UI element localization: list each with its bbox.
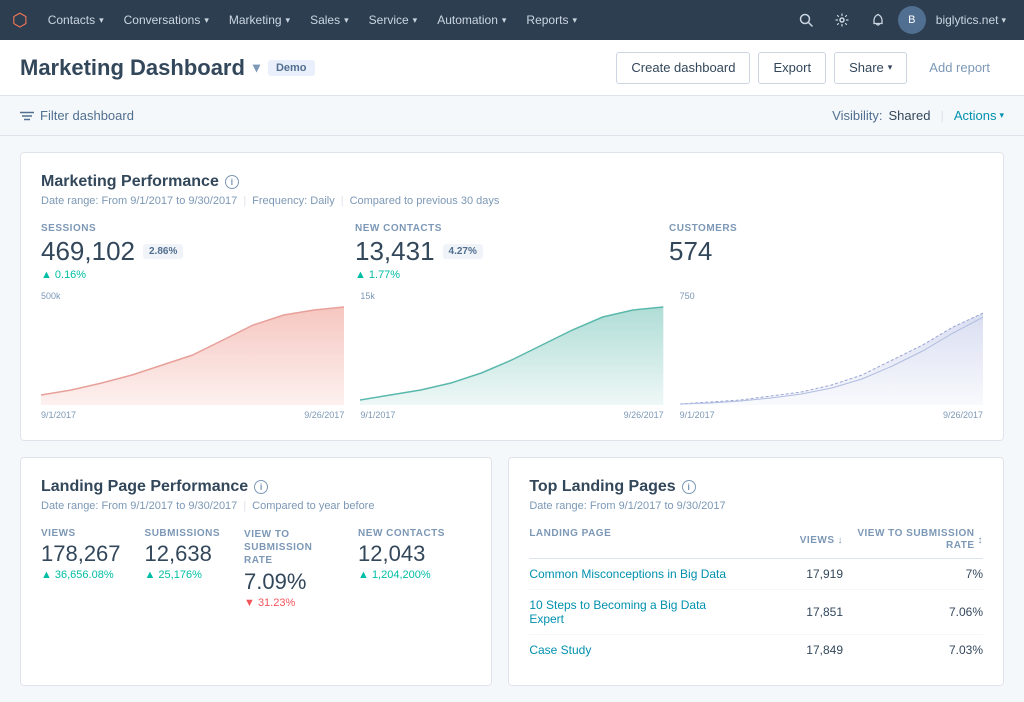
table-row: Case Study 17,849 7.03% <box>529 635 983 665</box>
new-contacts-chart: 15k 9/1/2017 9/26/2017 <box>360 291 663 420</box>
lp-metrics-row: VIEWS 178,267 ▲ 36,656.08% SUBMISSIONS 1… <box>41 528 471 609</box>
top-lp-subtitle: Date range: From 9/1/2017 to 9/30/2017 <box>529 500 983 512</box>
chevron-down-icon: ▾ <box>286 15 291 26</box>
header-actions: Create dashboard Export Share ▾ Add repo… <box>616 52 1004 84</box>
nav-service[interactable]: Service ▾ <box>359 0 428 40</box>
nav-conversations[interactable]: Conversations ▾ <box>114 0 219 40</box>
marketing-performance-subtitle: Date range: From 9/1/2017 to 9/30/2017 |… <box>41 195 983 207</box>
top-lp-table: LANDING PAGE VIEWS ↓ VIEW TO SUBMISSION … <box>529 528 983 665</box>
chevron-down-icon: ▾ <box>1001 15 1006 26</box>
top-landing-pages-card: Top Landing Pages i Date range: From 9/1… <box>508 457 1004 686</box>
landing-page-link[interactable]: 10 Steps to Becoming a Big Data Expert <box>529 598 743 626</box>
down-arrow-icon: ▼ <box>244 597 255 609</box>
table-header: LANDING PAGE VIEWS ↓ VIEW TO SUBMISSION … <box>529 528 983 559</box>
notifications-icon[interactable] <box>862 4 894 36</box>
col-views[interactable]: VIEWS ↓ <box>743 528 843 552</box>
hubspot-logo: ⬡ <box>12 10 28 31</box>
main-content: Marketing Performance i Date range: From… <box>0 136 1024 702</box>
chevron-down-icon: ▾ <box>413 15 418 26</box>
header-bar: Marketing Dashboard ▾ Demo Create dashbo… <box>0 40 1024 96</box>
up-arrow-icon: ▲ <box>355 269 366 281</box>
up-arrow-icon: ▲ <box>41 569 52 581</box>
chevron-down-icon: ▾ <box>99 15 104 26</box>
new-contacts-change: ▲ 1.77% <box>355 269 649 281</box>
add-report-button[interactable]: Add report <box>915 52 1004 84</box>
lp-metric-views: VIEWS 178,267 ▲ 36,656.08% <box>41 528 121 609</box>
nav-marketing[interactable]: Marketing ▾ <box>219 0 300 40</box>
nav-automation[interactable]: Automation ▾ <box>427 0 516 40</box>
landing-page-link[interactable]: Common Misconceptions in Big Data <box>529 567 743 581</box>
visibility-label: Visibility: <box>832 108 882 123</box>
landing-page-link[interactable]: Case Study <box>529 643 743 657</box>
lp-metric-submissions: SUBMISSIONS 12,638 ▲ 25,176% <box>145 528 221 609</box>
lp-performance-title: Landing Page Performance i <box>41 478 471 496</box>
avatar[interactable]: B <box>898 6 926 34</box>
landing-page-performance-card: Landing Page Performance i Date range: F… <box>20 457 492 686</box>
metric-new-contacts: NEW CONTACTS 13,431 4.27% ▲ 1.77% <box>355 223 669 281</box>
bottom-row: Landing Page Performance i Date range: F… <box>20 457 1004 686</box>
settings-icon[interactable] <box>826 4 858 36</box>
search-icon[interactable] <box>790 4 822 36</box>
actions-button[interactable]: Actions ▾ <box>954 108 1004 123</box>
metrics-row: SESSIONS 469,102 2.86% ▲ 0.16% NEW CONTA… <box>41 223 983 281</box>
chevron-down-icon: ▾ <box>344 15 349 26</box>
col-vts-rate[interactable]: VIEW TO SUBMISSION RATE ↕ <box>843 528 983 552</box>
nav-contacts[interactable]: Contacts ▾ <box>38 0 114 40</box>
chevron-down-icon: ▾ <box>888 62 893 73</box>
info-icon[interactable]: i <box>225 175 239 189</box>
top-lp-title: Top Landing Pages i <box>529 478 983 496</box>
account-menu[interactable]: biglytics.net ▾ <box>930 13 1012 27</box>
dropdown-icon[interactable]: ▾ <box>253 59 260 76</box>
create-dashboard-button[interactable]: Create dashboard <box>616 52 750 84</box>
chevron-down-icon: ▾ <box>572 15 577 26</box>
up-arrow-icon: ▲ <box>145 569 156 581</box>
marketing-performance-card: Marketing Performance i Date range: From… <box>20 152 1004 441</box>
up-arrow-icon: ▲ <box>41 269 52 281</box>
chevron-down-icon: ▾ <box>204 15 209 26</box>
nav-sales[interactable]: Sales ▾ <box>300 0 359 40</box>
dashboard-title-group: Marketing Dashboard ▾ Demo <box>20 55 315 81</box>
table-row: Common Misconceptions in Big Data 17,919… <box>529 559 983 590</box>
filter-bar: Filter dashboard Visibility: Shared | Ac… <box>0 96 1024 136</box>
metric-sessions: SESSIONS 469,102 2.86% ▲ 0.16% <box>41 223 355 281</box>
up-arrow-icon: ▲ <box>358 569 369 581</box>
demo-badge: Demo <box>268 60 315 76</box>
top-navigation: ⬡ Contacts ▾ Conversations ▾ Marketing ▾… <box>0 0 1024 40</box>
sessions-change: ▲ 0.16% <box>41 269 335 281</box>
customers-chart: 750 9/1/2017 9/26/2017 <box>680 291 983 420</box>
filter-dashboard-button[interactable]: Filter dashboard <box>20 108 134 123</box>
nav-reports[interactable]: Reports ▾ <box>516 0 587 40</box>
charts-row: 500k 9/1/2017 9/26/2017 <box>41 291 983 420</box>
col-landing-page: LANDING PAGE <box>529 528 743 552</box>
info-icon[interactable]: i <box>254 480 268 494</box>
metric-customers: CUSTOMERS 574 <box>669 223 983 281</box>
chevron-down-icon: ▾ <box>999 110 1004 121</box>
info-icon[interactable]: i <box>682 480 696 494</box>
chevron-down-icon: ▾ <box>502 15 507 26</box>
visibility-value: Shared <box>889 108 931 123</box>
lp-performance-subtitle: Date range: From 9/1/2017 to 9/30/2017 |… <box>41 500 471 512</box>
marketing-performance-title: Marketing Performance i <box>41 173 983 191</box>
page-title: Marketing Dashboard <box>20 55 245 81</box>
share-button[interactable]: Share ▾ <box>834 52 907 84</box>
lp-metric-new-contacts: NEW CONTACTS 12,043 ▲ 1,204,200% <box>358 528 445 609</box>
export-button[interactable]: Export <box>758 52 826 84</box>
lp-metric-vts-rate: VIEW TO SUBMISSION RATE 7.09% ▼ 31.23% <box>244 528 334 609</box>
sessions-chart: 500k 9/1/2017 9/26/2017 <box>41 291 344 420</box>
filter-label: Filter dashboard <box>40 108 134 123</box>
table-row: 10 Steps to Becoming a Big Data Expert 1… <box>529 590 983 635</box>
sort-icon: ↕ <box>978 535 984 546</box>
filter-visibility: Visibility: Shared | Actions ▾ <box>832 108 1004 123</box>
